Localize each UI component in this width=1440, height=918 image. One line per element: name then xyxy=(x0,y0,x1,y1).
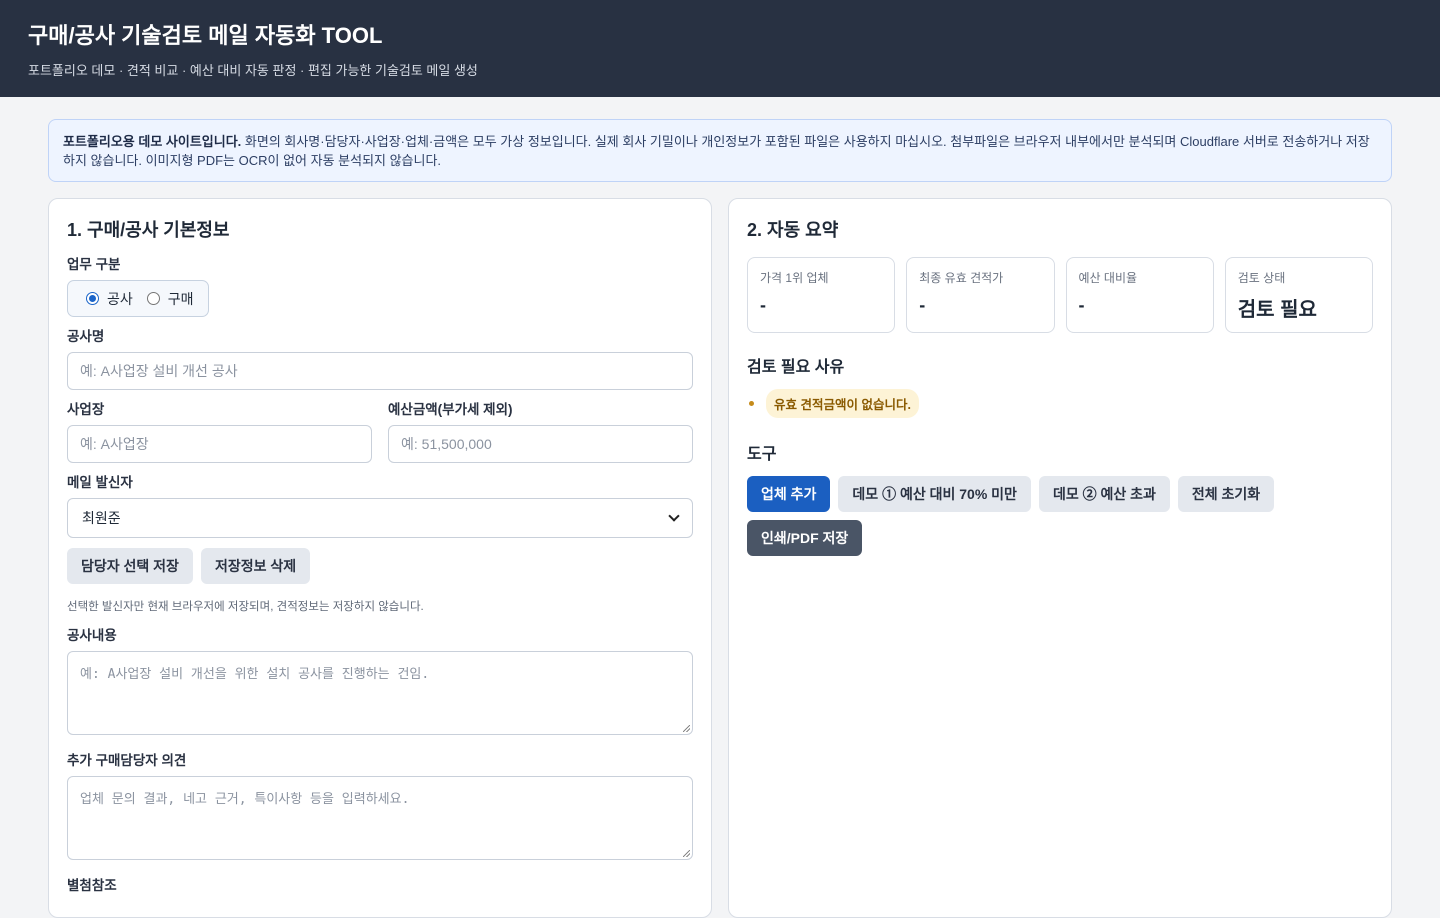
demo-over-budget-button[interactable]: 데모 ② 예산 초과 xyxy=(1038,476,1170,512)
stat-top-vendor: 가격 1위 업체 - xyxy=(747,257,896,333)
project-name-input[interactable]: 예: A사업장 설비 개선 공사 xyxy=(67,352,693,390)
tools-bar: 업체 추가 데모 ① 예산 대비 70% 미만 데모 ② 예산 초과 전체 초기… xyxy=(747,476,1373,556)
radio-selected-icon[interactable] xyxy=(86,292,99,305)
basic-info-panel: 1. 구매/공사 기본정보 업무 구분 공사 구매 공사명 예: A사업장 설비… xyxy=(48,198,712,918)
budget-input[interactable]: 예: 51,500,000 xyxy=(388,425,693,463)
save-sender-button[interactable]: 담당자 선택 저장 xyxy=(67,548,193,584)
opinion-label: 추가 구매담당자 의견 xyxy=(67,753,187,768)
budget-label: 예산금액(부가세 제외) xyxy=(388,402,513,417)
print-pdf-button[interactable]: 인쇄/PDF 저장 xyxy=(747,520,863,556)
sender-select-value: 최원준 xyxy=(82,510,121,526)
stat-label: 예산 대비율 xyxy=(1078,271,1138,285)
stat-label: 최종 유효 견적가 xyxy=(919,271,1004,285)
resize-grip-icon[interactable] xyxy=(683,725,690,732)
stat-label: 가격 1위 업체 xyxy=(760,271,829,285)
reset-all-button[interactable]: 전체 초기화 xyxy=(1177,476,1275,512)
warning-badge: 유효 견적금액이 없습니다. xyxy=(766,389,919,418)
basic-info-heading: 1. 구매/공사 기본정보 xyxy=(67,220,230,240)
sender-hint: 선택한 발신자만 현재 브라우저에 저장되며, 견적정보는 저장하지 않습니다. xyxy=(67,601,424,613)
demo-notice: 포트폴리오용 데모 사이트입니다. 화면의 회사명·담당자·사업장·업체·금액은… xyxy=(48,119,1392,182)
work-type-radio-group: 공사 구매 xyxy=(67,280,209,317)
reason-item: 유효 견적금액이 없습니다. xyxy=(747,389,1373,418)
work-type-option-purchase[interactable]: 구매 xyxy=(146,289,194,309)
sender-select[interactable]: 최원준 xyxy=(67,498,693,538)
work-type-label: 업무 구분 xyxy=(67,257,121,272)
radio-unselected-icon[interactable] xyxy=(146,292,160,305)
opinion-textarea[interactable]: 업체 문의 결과, 네고 근거, 특이사항 등을 입력하세요. xyxy=(67,776,693,860)
stat-value: 검토 필요 xyxy=(1237,299,1317,321)
summary-heading: 2. 자동 요약 xyxy=(747,220,839,240)
work-type-option-label: 공사 xyxy=(107,290,133,307)
notice-bold: 포트폴리오용 데모 사이트입니다. xyxy=(63,134,242,149)
work-type-option-construction[interactable]: 공사 xyxy=(86,289,133,309)
sender-label: 메일 발신자 xyxy=(67,475,133,490)
notice-text: 화면의 회사명·담당자·사업장·업체·금액은 모두 가상 정보입니다. 실제 회… xyxy=(63,134,1370,168)
tools-heading: 도구 xyxy=(747,446,777,463)
content-textarea[interactable]: 예: A사업장 설비 개선을 위한 설치 공사를 진행하는 건임. xyxy=(67,651,693,735)
app-header: 구매/공사 기술검토 메일 자동화 TOOL 포트폴리오 데모 · 견적 비교 … xyxy=(0,0,1440,97)
stat-value: - xyxy=(919,295,926,315)
site-input[interactable]: 예: A사업장 xyxy=(67,425,372,463)
stat-value: - xyxy=(760,295,766,315)
summary-stats: 가격 1위 업체 - 최종 유효 견적가 - 예산 대비율 - 검토 상태 검토… xyxy=(747,257,1373,333)
stat-budget-ratio: 예산 대비율 - xyxy=(1065,257,1214,333)
attachment-label: 별첨참조 xyxy=(67,878,117,893)
reasons-heading: 검토 필요 사유 xyxy=(747,359,845,376)
stat-review-status: 검토 상태 검토 필요 xyxy=(1224,257,1373,333)
delete-saved-button[interactable]: 저장정보 삭제 xyxy=(200,548,311,584)
summary-panel: 2. 자동 요약 가격 1위 업체 - 최종 유효 견적가 - 예산 대비율 -… xyxy=(728,198,1392,918)
demo-under-budget-button[interactable]: 데모 ① 예산 대비 70% 미만 xyxy=(838,476,1031,512)
resize-grip-icon[interactable] xyxy=(683,850,690,857)
bullet-icon xyxy=(749,401,754,406)
add-vendor-button[interactable]: 업체 추가 xyxy=(747,476,831,512)
app-subtitle: 포트폴리오 데모 · 견적 비교 · 예산 대비 자동 판정 · 편집 가능한 … xyxy=(28,63,478,78)
project-name-label: 공사명 xyxy=(67,329,105,344)
work-type-option-label: 구매 xyxy=(167,290,194,307)
stat-final-quote: 최종 유효 견적가 - xyxy=(906,257,1055,333)
site-label: 사업장 xyxy=(67,402,105,417)
chevron-down-icon xyxy=(668,510,680,522)
content-label: 공사내용 xyxy=(67,628,117,643)
opinion-placeholder: 업체 문의 결과, 네고 근거, 특이사항 등을 입력하세요. xyxy=(80,792,410,807)
stat-label: 검토 상태 xyxy=(1237,271,1286,285)
content-placeholder: 예: A사업장 설비 개선을 위한 설치 공사를 진행하는 건임. xyxy=(80,667,430,682)
app-title: 구매/공사 기술검토 메일 자동화 TOOL xyxy=(28,23,383,48)
stat-value: - xyxy=(1078,295,1085,315)
